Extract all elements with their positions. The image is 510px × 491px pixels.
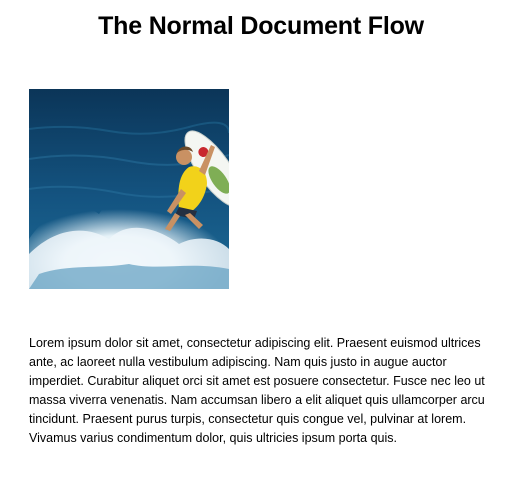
body-paragraph: Lorem ipsum dolor sit amet, consectetur … [29,336,485,445]
page-title: The Normal Document Flow [98,12,424,40]
surfer-image [29,89,229,289]
